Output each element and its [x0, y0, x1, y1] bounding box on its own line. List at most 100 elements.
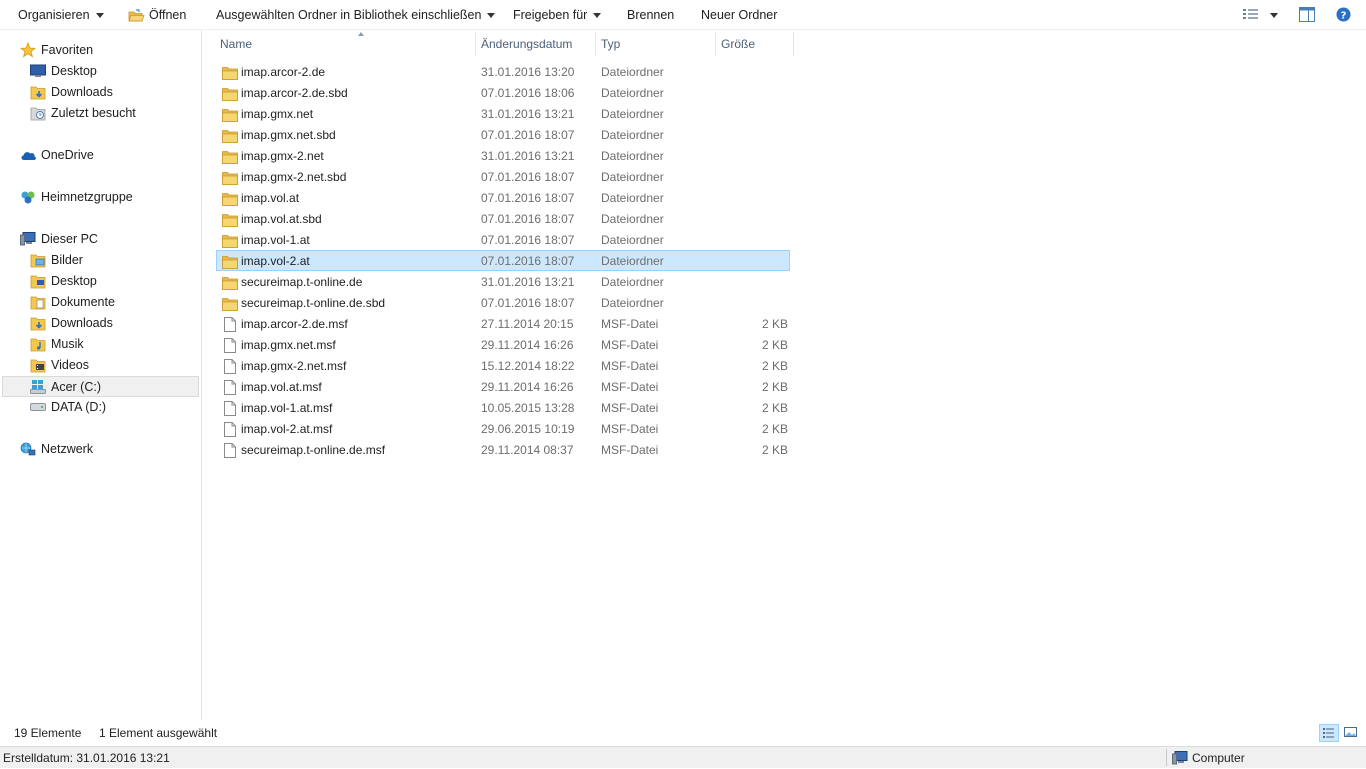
table-row[interactable]: secureimap.t-online.de 31.01.2016 13:21 Da…	[217, 272, 791, 293]
preview-pane-button[interactable]	[1299, 7, 1315, 25]
nav-this-pc[interactable]: Dieser PC	[2, 229, 199, 250]
table-row[interactable]: imap.vol-2.at 07.01.2016 18:07 Dateiordner	[216, 250, 790, 271]
nav-desktop-pc-label: Desktop	[51, 274, 97, 288]
nav-pictures-label: Bilder	[51, 253, 83, 267]
table-row[interactable]: imap.vol.at.msf 29.11.2014 16:26 MSF-Datei…	[217, 377, 791, 398]
nav-downloads-favorite[interactable]: Downloads	[2, 82, 199, 103]
svg-text:?: ?	[1341, 10, 1347, 21]
table-row[interactable]: imap.arcor-2.de.msf 27.11.2014 20:15 MSF-D…	[217, 314, 791, 335]
include-in-library-button[interactable]: Ausgewählten Ordner in Bibliothek einsch…	[216, 0, 496, 30]
column-divider[interactable]	[793, 32, 794, 56]
large-icons-view-button[interactable]	[1342, 724, 1362, 742]
file-list-pane: Name Änderungsdatum Typ Größe imap.arcor…	[203, 30, 1366, 720]
folder-icon	[222, 109, 238, 122]
file-size: 2 KB	[761, 401, 788, 415]
details-view-button[interactable]	[1319, 724, 1339, 742]
file-type: MSF-Datei	[601, 443, 659, 457]
column-header-type[interactable]: Typ	[601, 30, 711, 58]
nav-favorites[interactable]: Favoriten	[2, 40, 199, 61]
nav-drive-c[interactable]: Acer (C:)	[2, 376, 199, 397]
file-date: 29.06.2015 10:19	[481, 422, 575, 436]
created-date: Erstelldatum: 31.01.2016 13:21	[3, 751, 170, 765]
table-row[interactable]: imap.vol.at 07.01.2016 18:07 Dateiordner	[217, 188, 791, 209]
table-row[interactable]: imap.arcor-2.de 31.01.2016 13:20 Dateiordn…	[217, 62, 791, 83]
table-row[interactable]: imap.vol.at.sbd 07.01.2016 18:07 Dateiordn…	[217, 209, 791, 230]
file-date: 07.01.2016 18:06	[481, 86, 575, 100]
organize-button[interactable]: Organisieren	[18, 0, 104, 30]
table-row[interactable]: imap.gmx-2.net.sbd 07.01.2016 18:07 Dateio…	[217, 167, 791, 188]
nav-recent-places[interactable]: Zuletzt besucht	[2, 103, 199, 124]
nav-drive-d-label: DATA (D:)	[51, 400, 107, 414]
table-row[interactable]: imap.gmx.net.msf 29.11.2014 16:26 MSF-Date…	[217, 335, 791, 356]
column-divider[interactable]	[475, 32, 476, 56]
column-header-size[interactable]: Größe	[721, 30, 791, 58]
nav-pictures[interactable]: Bilder	[2, 250, 199, 271]
nav-desktop-favorite[interactable]: Desktop	[2, 61, 199, 82]
nav-homegroup[interactable]: Heimnetzgruppe	[2, 187, 199, 208]
file-name: secureimap.t-online.de.msf	[241, 443, 386, 457]
nav-videos[interactable]: Videos	[2, 355, 199, 376]
table-row[interactable]: imap.gmx.net.sbd 07.01.2016 18:07 Dateiord…	[217, 125, 791, 146]
table-row[interactable]: imap.vol-1.at.msf 10.05.2015 13:28 MSF-Dat…	[217, 398, 791, 419]
burn-button[interactable]: Brennen	[627, 0, 674, 30]
file-type: MSF-Datei	[601, 317, 659, 331]
nav-desktop-pc[interactable]: Desktop	[2, 271, 199, 292]
file-type: Dateiordner	[601, 233, 664, 247]
file-type: MSF-Datei	[601, 380, 659, 394]
organize-label: Organisieren	[18, 8, 90, 22]
nav-homegroup-label: Heimnetzgruppe	[41, 190, 133, 204]
chevron-down-icon	[487, 13, 496, 19]
nav-network[interactable]: Netzwerk	[2, 439, 199, 460]
file-name: imap.vol.at.sbd	[241, 212, 322, 226]
file-date: 07.01.2016 18:07	[481, 254, 575, 268]
table-row[interactable]: imap.vol-1.at 07.01.2016 18:07 Dateiordner	[217, 230, 791, 251]
open-button[interactable]: Öffnen	[128, 0, 186, 30]
share-with-button[interactable]: Freigeben für	[513, 0, 602, 30]
column-divider[interactable]	[715, 32, 716, 56]
table-row[interactable]: imap.gmx.net 31.01.2016 13:21 Dateiordner	[217, 104, 791, 125]
file-type: MSF-Datei	[601, 401, 659, 415]
nav-downloads-pc-label: Downloads	[51, 316, 113, 330]
table-row[interactable]: imap.arcor-2.de.sbd 07.01.2016 18:06 Datei…	[217, 83, 791, 104]
file-date: 07.01.2016 18:07	[481, 296, 575, 310]
table-row[interactable]: imap.vol-2.at.msf 29.06.2015 10:19 MSF-Dat…	[217, 419, 791, 440]
column-date-label: Änderungsdatum	[481, 37, 573, 51]
help-button[interactable]: ?	[1336, 7, 1351, 25]
share-label: Freigeben für	[513, 8, 588, 22]
folder-icon	[222, 298, 238, 311]
new-folder-button[interactable]: Neuer Ordner	[701, 0, 777, 30]
file-size: 2 KB	[761, 380, 788, 394]
column-divider[interactable]	[595, 32, 596, 56]
file-type: MSF-Datei	[601, 359, 659, 373]
nav-onedrive[interactable]: OneDrive	[2, 145, 199, 166]
nav-documents[interactable]: Dokumente	[2, 292, 199, 313]
folder-icon	[222, 151, 238, 164]
music-folder-icon	[30, 338, 46, 352]
file-date: 31.01.2016 13:21	[481, 107, 575, 121]
column-header-date[interactable]: Änderungsdatum	[481, 30, 593, 58]
file-type: MSF-Datei	[601, 422, 659, 436]
table-row[interactable]: secureimap.t-online.de.sbd 07.01.2016 18:…	[217, 293, 791, 314]
file-size: 2 KB	[761, 317, 788, 331]
file-type: Dateiordner	[601, 107, 664, 121]
folder-icon	[222, 88, 238, 101]
file-date: 29.11.2014 16:26	[481, 380, 574, 394]
nav-drive-d[interactable]: DATA (D:)	[2, 397, 199, 418]
table-row[interactable]: imap.gmx-2.net 31.01.2016 13:21 Dateiordne…	[217, 146, 791, 167]
change-view-button[interactable]	[1243, 8, 1283, 25]
chevron-down-icon	[593, 13, 602, 19]
column-header-name[interactable]: Name	[220, 30, 475, 58]
file-date: 29.11.2014 16:26	[481, 338, 574, 352]
large-icons-view-icon	[1344, 727, 1357, 737]
table-row[interactable]: secureimap.t-online.de.msf 29.11.2014 08:…	[217, 440, 791, 461]
nav-music[interactable]: Musik	[2, 334, 199, 355]
table-row[interactable]: imap.gmx-2.net.msf 15.12.2014 18:22 MSF-Da…	[217, 356, 791, 377]
nav-downloads-pc[interactable]: Downloads	[2, 313, 199, 334]
file-name: imap.gmx.net.msf	[241, 338, 336, 352]
file-date: 07.01.2016 18:07	[481, 128, 575, 142]
file-name: imap.arcor-2.de.msf	[241, 317, 348, 331]
file-name: imap.gmx-2.net	[241, 149, 324, 163]
folder-icon	[222, 67, 238, 80]
file-name: secureimap.t-online.de	[241, 275, 363, 289]
file-icon	[224, 443, 236, 458]
